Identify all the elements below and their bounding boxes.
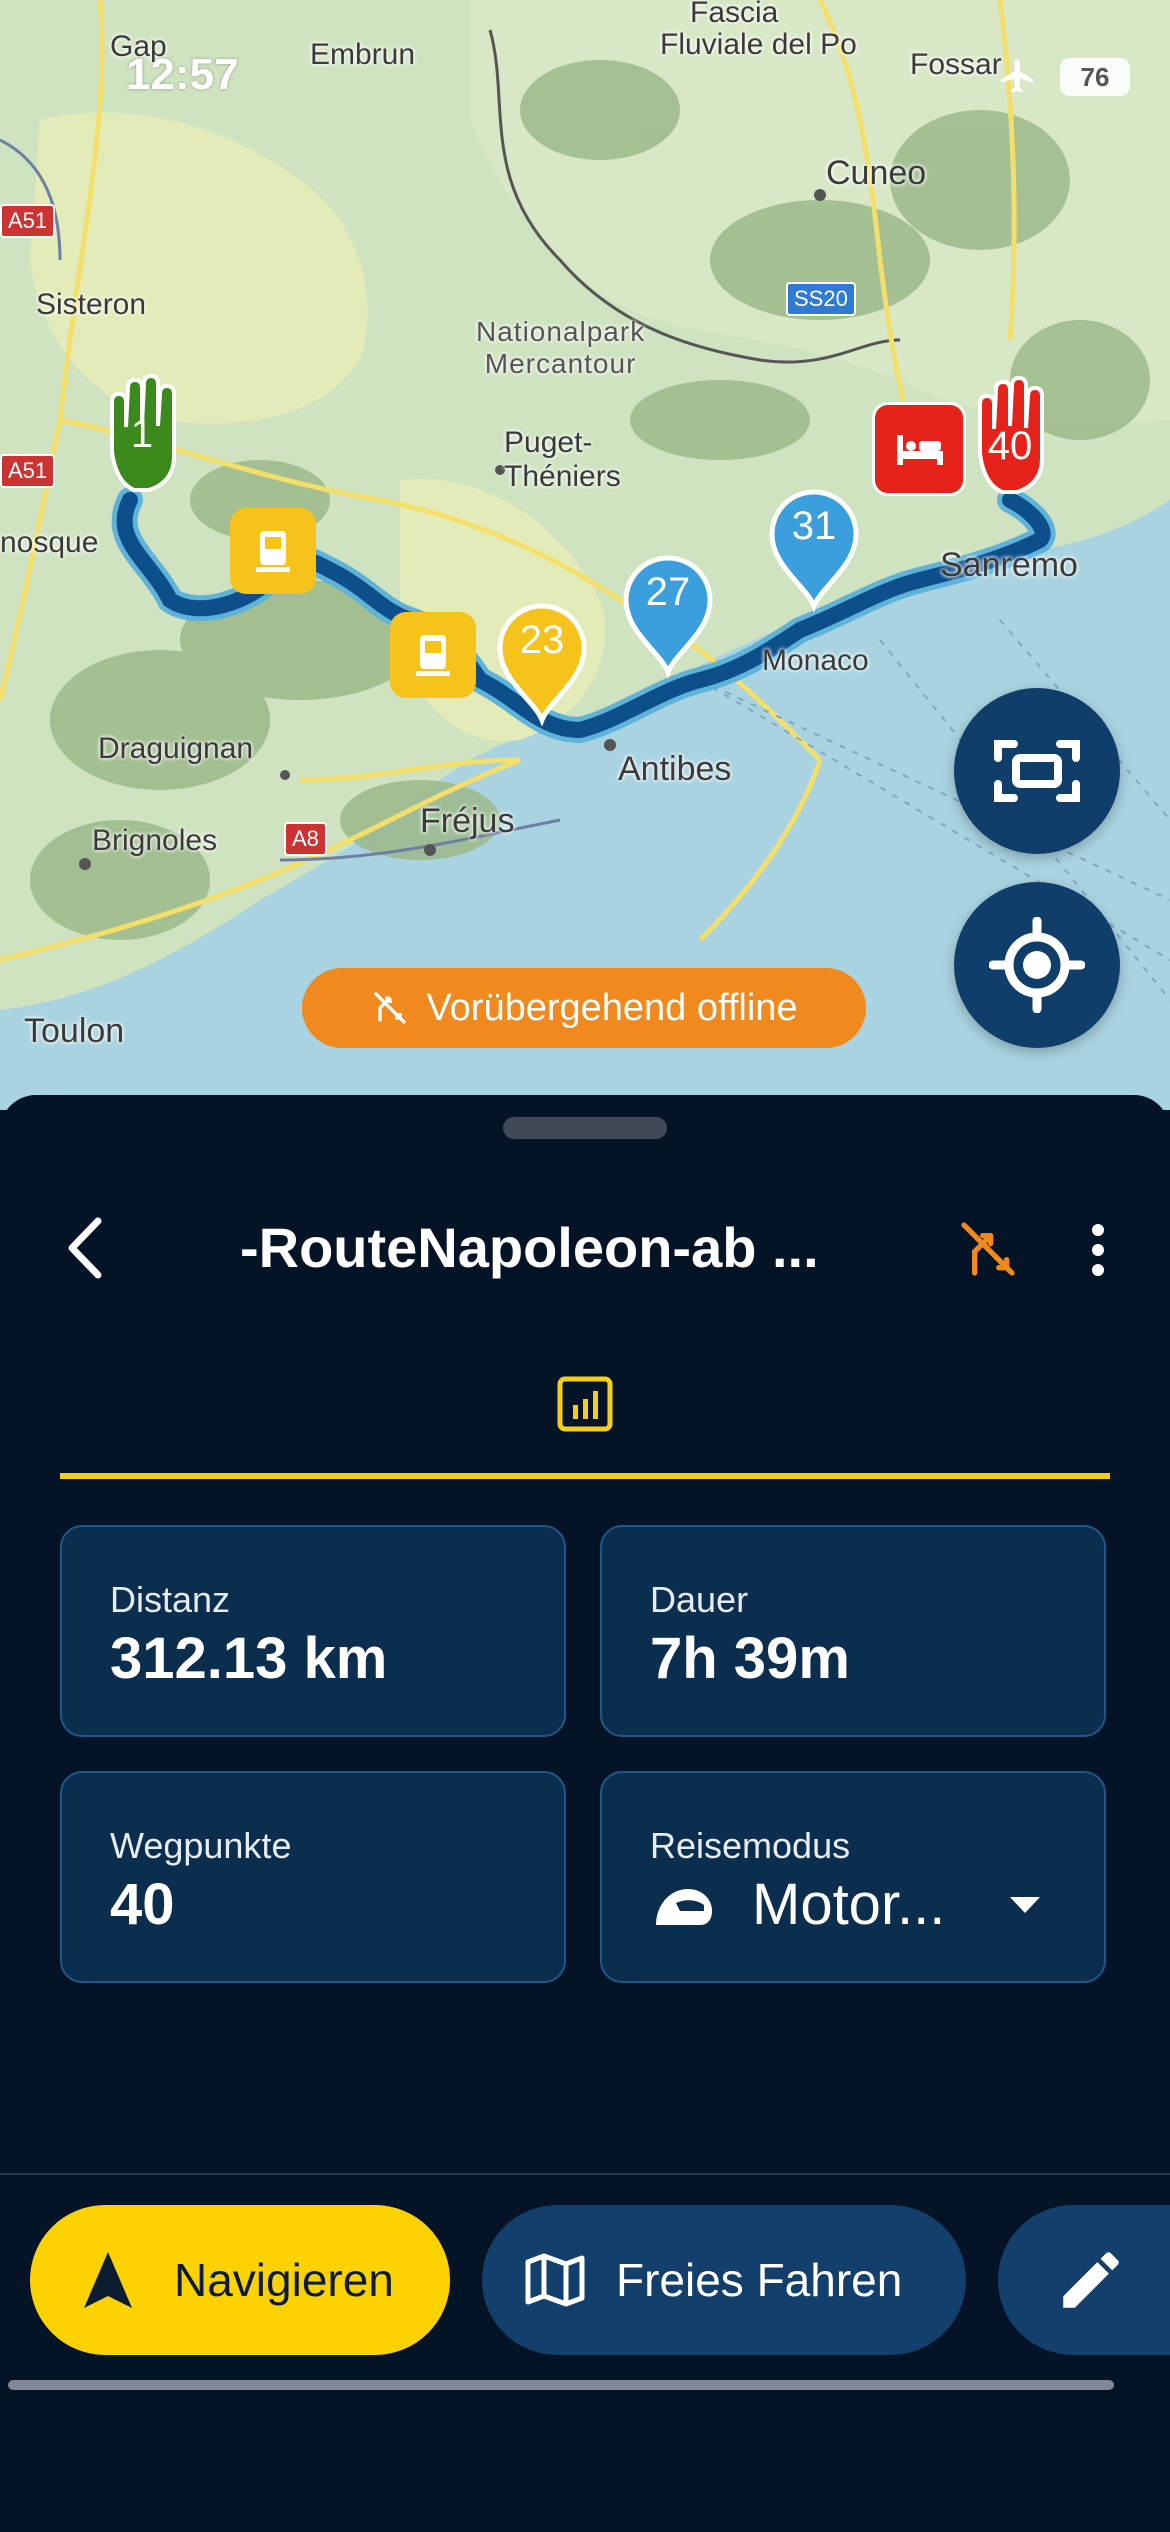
end-waypoint-marker[interactable]: 40 bbox=[962, 374, 1058, 504]
start-waypoint-number: 1 bbox=[130, 412, 154, 456]
stat-label: Reisemodus bbox=[650, 1825, 851, 1866]
end-waypoint-number: 40 bbox=[987, 424, 1033, 468]
navigate-button[interactable]: Navigieren bbox=[30, 2205, 450, 2355]
tab-active-indicator bbox=[60, 1473, 1110, 1479]
travel-mode-value: Motor... bbox=[752, 1872, 946, 1937]
map-icon bbox=[525, 2253, 585, 2307]
more-options-button[interactable] bbox=[1074, 1215, 1122, 1285]
no-route-icon bbox=[961, 1222, 1015, 1276]
map-label-park: Nationalpark Mercantour bbox=[476, 316, 645, 380]
map-label-puget-line2: Théniers bbox=[504, 460, 621, 493]
road-shield-a51-top: A51 bbox=[0, 204, 56, 238]
dropdown-arrow-icon bbox=[1010, 1897, 1040, 1913]
stat-card-distance: Distanz 312.13 km bbox=[60, 1525, 566, 1737]
stat-label: Distanz bbox=[110, 1579, 231, 1620]
more-vertical-icon bbox=[1092, 1224, 1104, 1276]
travel-mode-dropdown[interactable]: Reisemodus Motor... bbox=[600, 1771, 1106, 1983]
stat-label: Dauer bbox=[650, 1579, 749, 1620]
back-button[interactable] bbox=[56, 1215, 112, 1281]
motorcycle-helmet-icon bbox=[656, 1889, 712, 1925]
map-label-sisteron: Sisteron bbox=[36, 288, 147, 321]
sheet-divider bbox=[0, 2173, 1170, 2175]
map-label-antibes: Antibes bbox=[618, 750, 732, 788]
fuel-icon bbox=[256, 531, 290, 572]
road-shield-a8: A8 bbox=[284, 822, 327, 856]
stat-value: 7h 39m bbox=[650, 1626, 850, 1691]
waypoint-number-27: 27 bbox=[645, 570, 691, 614]
sheet-drag-handle[interactable] bbox=[503, 1117, 667, 1139]
map-label-sanremo: Sanremo bbox=[940, 546, 1078, 584]
map-label-puget-line1: Puget- bbox=[504, 426, 593, 459]
route-title: -RouteNapoleon-ab ... bbox=[240, 1216, 819, 1279]
fuel-station-marker[interactable] bbox=[230, 508, 316, 594]
road-shield-a51-mid: A51 bbox=[0, 454, 56, 488]
start-waypoint-marker[interactable]: 1 bbox=[94, 372, 190, 502]
map-label-puget: Puget- Théniers bbox=[504, 426, 621, 494]
battery-indicator: 76 bbox=[1060, 58, 1130, 96]
fit-route-button[interactable] bbox=[954, 688, 1120, 854]
stat-label: Wegpunkte bbox=[110, 1825, 292, 1866]
chevron-left-icon bbox=[68, 1217, 102, 1279]
no-route-icon bbox=[374, 991, 407, 1025]
offline-banner: Vorübergehend offline bbox=[302, 968, 866, 1048]
airplane-mode-icon bbox=[996, 56, 1040, 101]
free-ride-button[interactable]: Freies Fahren bbox=[482, 2205, 966, 2355]
home-indicator bbox=[8, 2380, 1114, 2390]
map-label-fluviale: Fluviale del Po bbox=[660, 28, 857, 61]
map-label-park-line1: Nationalpark bbox=[476, 316, 646, 347]
offline-banner-text: Vorübergehend offline bbox=[426, 986, 798, 1029]
crosshair-location-icon bbox=[989, 917, 1085, 1013]
map-label-embrun: Embrun bbox=[310, 38, 416, 71]
bed-icon bbox=[897, 435, 943, 465]
tab-statistics[interactable] bbox=[550, 1371, 620, 1437]
pencil-icon bbox=[1063, 2252, 1119, 2308]
map-label-frejus: Fréjus bbox=[420, 802, 515, 840]
map-label-fascia: Fascia bbox=[690, 0, 779, 29]
fuel-station-marker[interactable] bbox=[390, 612, 476, 698]
stat-value: 312.13 km bbox=[110, 1626, 388, 1691]
edit-route-button[interactable] bbox=[998, 2205, 1170, 2355]
waypoint-marker-27[interactable]: 27 bbox=[620, 548, 716, 678]
map-label-cuneo: Cuneo bbox=[826, 154, 927, 192]
chart-icon bbox=[557, 1376, 613, 1432]
map-label-fossano: Fossar bbox=[910, 48, 1002, 81]
waypoint-number-23: 23 bbox=[519, 618, 565, 662]
road-shield-ss20: SS20 bbox=[786, 282, 856, 316]
stat-value: 40 bbox=[110, 1872, 175, 1937]
route-details-sheet: -RouteNapoleon-ab ... Distanz 312.13 km … bbox=[0, 1095, 1170, 2532]
map-label-gap: Gap bbox=[110, 30, 167, 63]
hotel-marker[interactable] bbox=[872, 402, 966, 496]
fuel-icon bbox=[416, 635, 450, 676]
navigate-button-label: Navigieren bbox=[174, 2254, 394, 2306]
map-label-monaco: Monaco bbox=[762, 644, 869, 677]
map-label-toulon: Toulon bbox=[24, 1012, 125, 1050]
stat-card-waypoints: Wegpunkte 40 bbox=[60, 1771, 566, 1983]
route-offline-toggle-button[interactable] bbox=[950, 1213, 1026, 1285]
map-label-manosque: nosque bbox=[0, 526, 99, 559]
waypoint-marker-31[interactable]: 31 bbox=[766, 482, 862, 612]
map-view[interactable]: 12:57 76 Gap Embrun Fascia Fluviale del … bbox=[0, 0, 1170, 1110]
navigation-arrow-icon bbox=[84, 2252, 132, 2308]
fit-screen-icon bbox=[994, 740, 1080, 802]
map-label-park-line2: Mercantour bbox=[484, 348, 637, 379]
stat-card-duration: Dauer 7h 39m bbox=[600, 1525, 1106, 1737]
map-label-brignoles: Brignoles bbox=[92, 824, 218, 857]
map-label-draguignan: Draguignan bbox=[98, 732, 254, 765]
free-ride-button-label: Freies Fahren bbox=[616, 2254, 903, 2306]
waypoint-marker-23[interactable]: 23 bbox=[494, 596, 590, 726]
my-location-button[interactable] bbox=[954, 882, 1120, 1048]
waypoint-number-31: 31 bbox=[791, 504, 837, 548]
